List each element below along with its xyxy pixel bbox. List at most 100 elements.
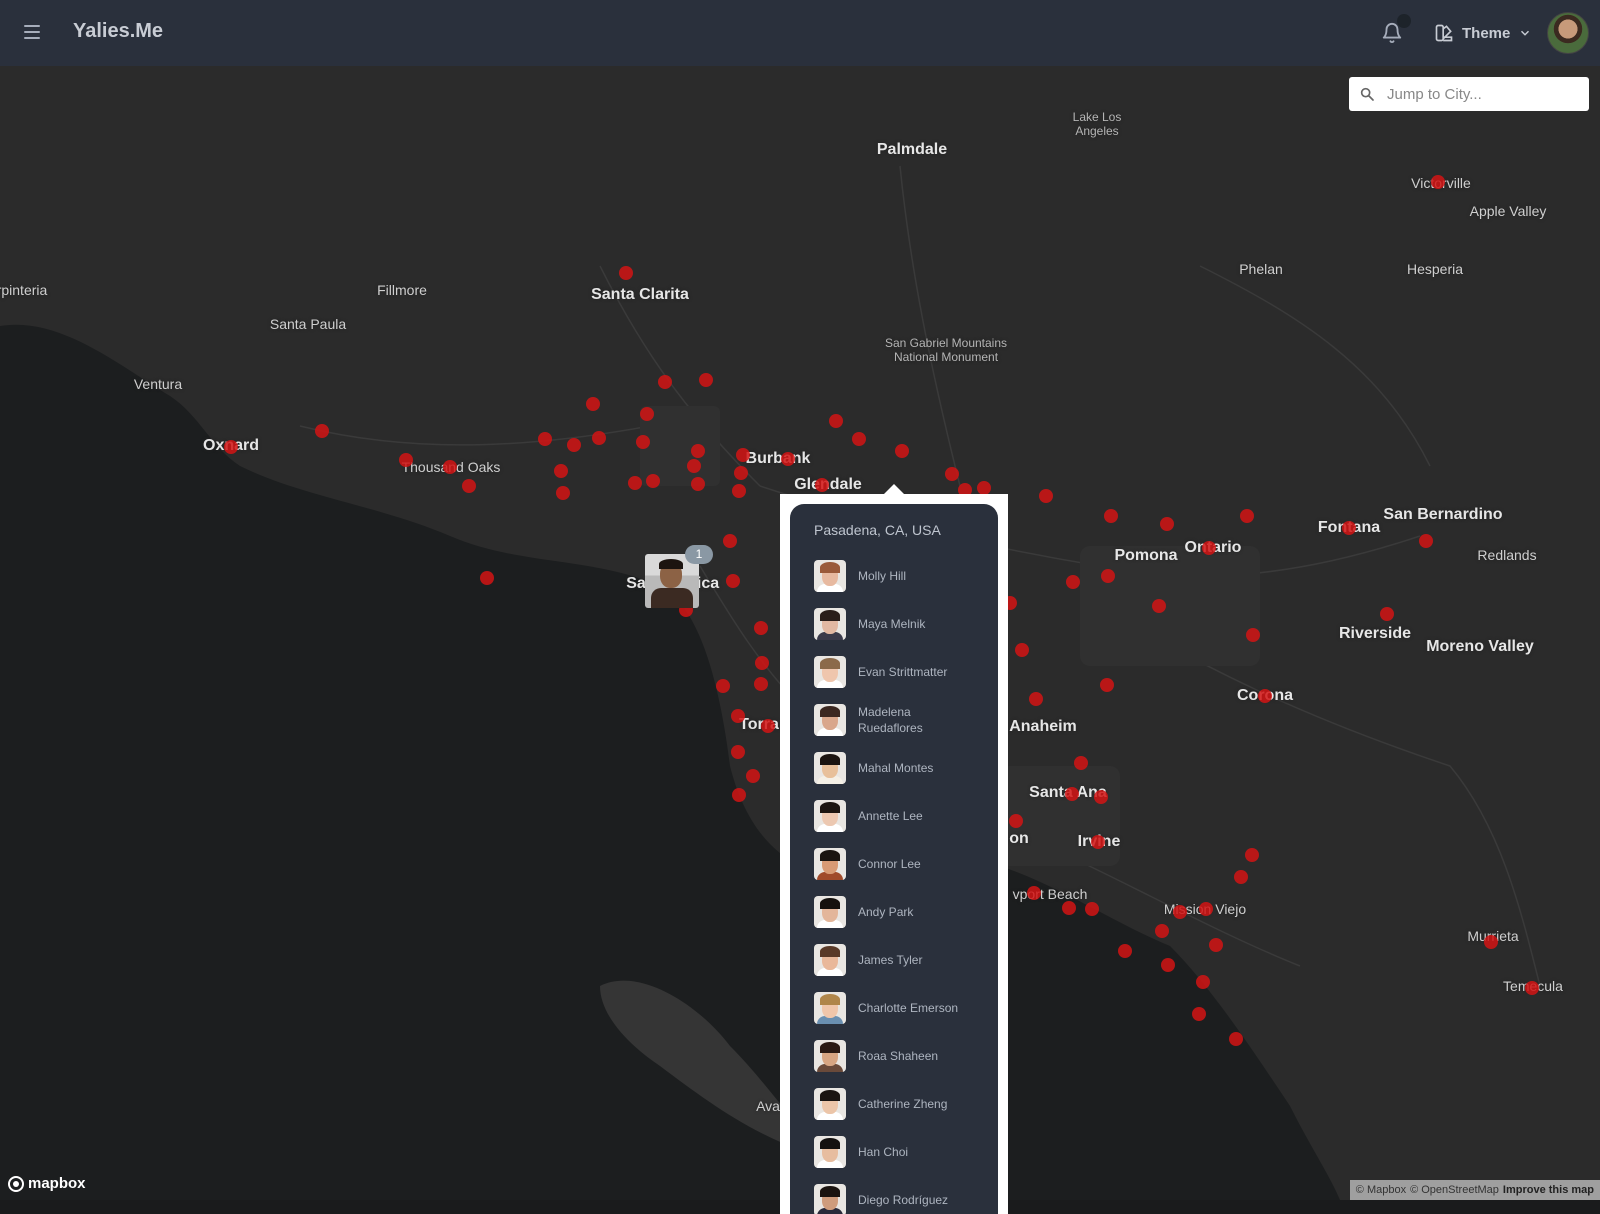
location-marker[interactable] [815, 478, 829, 492]
location-marker[interactable] [1258, 689, 1272, 703]
location-marker[interactable] [781, 452, 795, 466]
location-marker[interactable] [732, 788, 746, 802]
location-marker[interactable] [1199, 902, 1213, 916]
location-marker[interactable] [945, 467, 959, 481]
location-marker[interactable] [691, 477, 705, 491]
location-marker[interactable] [895, 444, 909, 458]
theme-button[interactable]: Theme [1434, 18, 1532, 48]
location-marker[interactable] [640, 407, 654, 421]
location-marker[interactable] [1202, 541, 1216, 555]
location-marker[interactable] [746, 769, 760, 783]
location-marker[interactable] [687, 459, 701, 473]
location-marker[interactable] [646, 474, 660, 488]
location-marker[interactable] [628, 476, 642, 490]
location-marker[interactable] [1431, 175, 1445, 189]
location-marker[interactable] [1229, 1032, 1243, 1046]
location-marker[interactable] [1104, 509, 1118, 523]
location-marker[interactable] [224, 440, 238, 454]
location-marker[interactable] [1240, 509, 1254, 523]
person-list-item[interactable]: Han Choi [814, 1128, 994, 1176]
location-marker[interactable] [732, 484, 746, 498]
location-marker[interactable] [1245, 848, 1259, 862]
location-marker[interactable] [1039, 489, 1053, 503]
person-list-item[interactable]: Andy Park [814, 888, 994, 936]
person-list-item[interactable]: Catherine Zheng [814, 1080, 994, 1128]
location-marker[interactable] [556, 486, 570, 500]
brand-title[interactable]: Yalies.Me [73, 20, 163, 43]
person-list-item[interactable]: James Tyler [814, 936, 994, 984]
location-marker[interactable] [1342, 521, 1356, 535]
location-marker[interactable] [1196, 975, 1210, 989]
location-marker[interactable] [1094, 790, 1108, 804]
location-marker[interactable] [1029, 692, 1043, 706]
location-marker[interactable] [723, 534, 737, 548]
location-marker[interactable] [699, 373, 713, 387]
location-marker[interactable] [754, 621, 768, 635]
location-marker[interactable] [1065, 787, 1079, 801]
person-list-item[interactable]: Charlotte Emerson [814, 984, 994, 1032]
location-marker[interactable] [592, 431, 606, 445]
location-marker[interactable] [399, 453, 413, 467]
location-marker[interactable] [315, 424, 329, 438]
location-marker[interactable] [1085, 902, 1099, 916]
location-marker[interactable] [1484, 935, 1498, 949]
person-list-item[interactable]: Molly Hill [814, 552, 994, 600]
location-marker[interactable] [1246, 628, 1260, 642]
location-marker[interactable] [754, 677, 768, 691]
location-marker[interactable] [977, 481, 991, 495]
location-marker[interactable] [1209, 938, 1223, 952]
location-marker[interactable] [443, 460, 457, 474]
location-marker[interactable] [1155, 924, 1169, 938]
location-marker[interactable] [1100, 678, 1114, 692]
location-marker[interactable] [567, 438, 581, 452]
location-marker[interactable] [554, 464, 568, 478]
location-marker[interactable] [1525, 981, 1539, 995]
location-marker[interactable] [1091, 835, 1105, 849]
location-marker[interactable] [734, 466, 748, 480]
location-marker[interactable] [538, 432, 552, 446]
location-marker[interactable] [761, 719, 775, 733]
location-marker[interactable] [1062, 901, 1076, 915]
mapbox-logo[interactable]: mapbox [8, 1175, 86, 1192]
attribution-osm[interactable]: © OpenStreetMap [1410, 1184, 1499, 1196]
location-marker[interactable] [1380, 607, 1394, 621]
location-marker[interactable] [658, 375, 672, 389]
location-marker[interactable] [1173, 905, 1187, 919]
person-list-item[interactable]: Maya Melnik [814, 600, 994, 648]
location-marker[interactable] [1234, 870, 1248, 884]
location-marker[interactable] [480, 571, 494, 585]
person-list-item[interactable]: Mahal Montes [814, 744, 994, 792]
location-marker[interactable] [829, 414, 843, 428]
city-search-input[interactable] [1385, 84, 1579, 104]
location-marker[interactable] [1101, 569, 1115, 583]
attribution-mapbox[interactable]: © Mapbox [1356, 1184, 1406, 1196]
location-marker[interactable] [691, 444, 705, 458]
location-marker[interactable] [736, 448, 750, 462]
location-marker[interactable] [1074, 756, 1088, 770]
person-list-item[interactable]: Evan Strittmatter [814, 648, 994, 696]
location-marker[interactable] [726, 574, 740, 588]
improve-map-link[interactable]: Improve this map [1503, 1184, 1594, 1196]
location-marker[interactable] [1192, 1007, 1206, 1021]
location-marker[interactable] [1015, 643, 1029, 657]
location-marker[interactable] [852, 432, 866, 446]
location-marker[interactable] [1152, 599, 1166, 613]
location-marker[interactable] [462, 479, 476, 493]
location-marker[interactable] [636, 435, 650, 449]
location-marker[interactable] [1161, 958, 1175, 972]
location-marker[interactable] [1009, 814, 1023, 828]
location-marker[interactable] [716, 679, 730, 693]
hamburger-menu-icon[interactable] [20, 20, 44, 44]
jump-to-city-search[interactable] [1349, 77, 1589, 111]
person-list-item[interactable]: Diego Rodríguez [814, 1176, 994, 1214]
person-list-item[interactable]: Madelena Ruedaflores [814, 696, 994, 744]
location-marker[interactable] [619, 266, 633, 280]
person-list-item[interactable]: Roaa Shaheen [814, 1032, 994, 1080]
location-marker[interactable] [1066, 575, 1080, 589]
location-marker[interactable] [1160, 517, 1174, 531]
user-avatar[interactable] [1547, 12, 1589, 54]
location-marker[interactable] [1027, 886, 1041, 900]
location-marker[interactable] [755, 656, 769, 670]
location-marker[interactable] [731, 709, 745, 723]
location-marker[interactable] [1419, 534, 1433, 548]
